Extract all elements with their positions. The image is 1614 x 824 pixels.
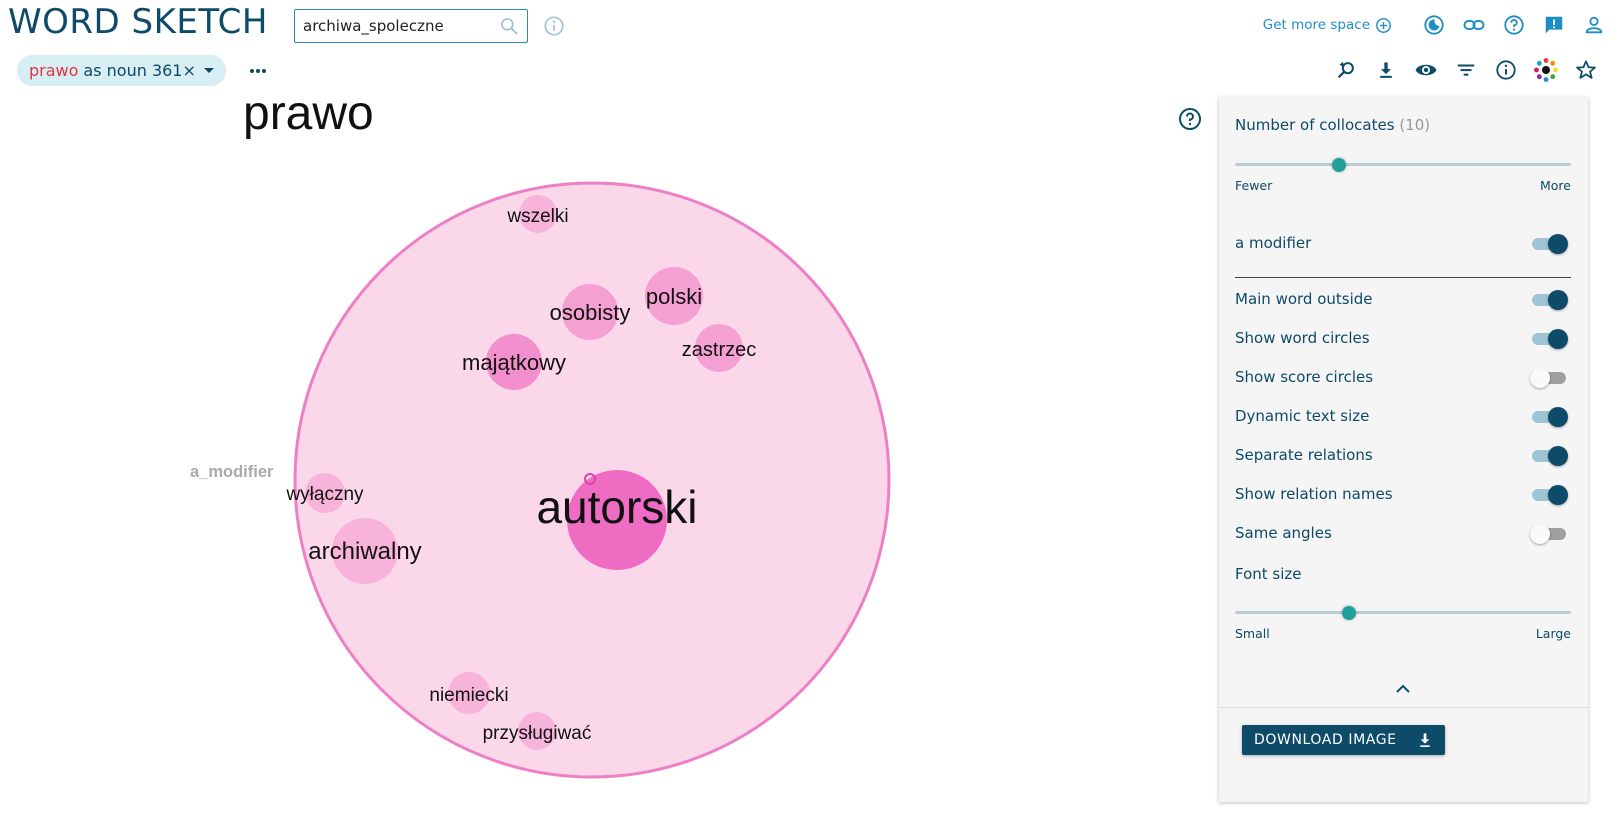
large-label: Large <box>1535 626 1571 641</box>
link-icon[interactable] <box>1454 5 1494 45</box>
collocate-word[interactable]: majątkowy <box>462 350 566 375</box>
filter-icon[interactable] <box>1446 50 1486 90</box>
chip-info: as noun 361× <box>83 61 196 80</box>
search-input[interactable] <box>295 10 497 42</box>
visibility-icon[interactable] <box>1406 50 1446 90</box>
collocate-word[interactable]: wyłączny <box>285 484 364 505</box>
option-toggle[interactable] <box>1530 329 1568 349</box>
user-icon[interactable] <box>1574 5 1614 45</box>
info-icon[interactable] <box>1486 50 1526 90</box>
collocate-word[interactable]: niemiecki <box>429 685 508 706</box>
search-back-icon[interactable] <box>1326 50 1366 90</box>
option-toggle[interactable] <box>1530 368 1568 388</box>
num-collocates-slider[interactable] <box>1235 155 1571 175</box>
star-icon[interactable] <box>1566 50 1606 90</box>
collocate-word[interactable]: wszelki <box>506 206 568 227</box>
app-title: WORD SKETCH <box>8 2 268 42</box>
collocate-word[interactable]: osobisty <box>550 300 631 325</box>
view-toolbar <box>1326 50 1606 90</box>
divider <box>1235 277 1571 278</box>
headword-chip[interactable]: prawo as noun 361× <box>17 55 226 86</box>
center-word[interactable]: autorski <box>536 481 697 533</box>
chevron-up-icon[interactable] <box>1391 681 1415 697</box>
font-size-slider[interactable] <box>1235 603 1571 623</box>
option-label: Dynamic text size <box>1235 407 1370 425</box>
collocate-word[interactable]: polski <box>646 284 702 309</box>
download-icon[interactable] <box>1366 50 1406 90</box>
option-label: Main word outside <box>1235 290 1373 308</box>
settings-panel: Number of collocates (10) Fewer More a m… <box>1219 97 1588 802</box>
fewer-label: Fewer <box>1235 178 1273 193</box>
option-label: Show word circles <box>1235 329 1370 347</box>
font-size-label: Font size <box>1235 565 1302 583</box>
option-label: Same angles <box>1235 524 1332 542</box>
info-icon[interactable] <box>543 15 565 37</box>
get-more-space-link[interactable]: Get more space <box>1263 17 1392 34</box>
option-toggle[interactable] <box>1530 407 1568 427</box>
chip-lemma: prawo <box>29 61 79 80</box>
top-toolbar: Get more space <box>1263 0 1614 50</box>
get-more-space-label: Get more space <box>1262 17 1370 33</box>
more-label: More <box>1540 178 1571 193</box>
relation-toggle[interactable] <box>1530 234 1568 254</box>
download-image-button[interactable]: DOWNLOAD IMAGE <box>1242 725 1445 755</box>
search-icon[interactable] <box>497 12 521 40</box>
search-box[interactable] <box>294 9 528 43</box>
option-label: Show relation names <box>1235 485 1393 503</box>
help-icon[interactable] <box>1178 107 1202 131</box>
collocate-word[interactable]: przysługiwać <box>483 723 592 744</box>
feedback-icon[interactable] <box>1534 5 1574 45</box>
download-icon <box>1420 733 1430 747</box>
relation-toggle-label: a modifier <box>1235 234 1312 252</box>
word-sketch-visualization: prawo a_modifier wszelki osobisty polski… <box>0 87 1190 824</box>
option-toggle[interactable] <box>1530 290 1568 310</box>
num-collocates-value: (10) <box>1399 116 1431 134</box>
slider-thumb[interactable] <box>1332 158 1347 172</box>
option-toggle[interactable] <box>1530 485 1568 505</box>
help-icon[interactable] <box>1494 5 1534 45</box>
dark-mode-icon[interactable] <box>1414 5 1454 45</box>
num-collocates-label: Number of collocates (10) <box>1235 116 1431 134</box>
plus-circle-icon <box>1376 17 1391 33</box>
slider-thumb[interactable] <box>1342 606 1357 620</box>
download-image-label: DOWNLOAD IMAGE <box>1254 732 1397 748</box>
option-label: Separate relations <box>1235 446 1373 464</box>
collocate-word[interactable]: archiwalny <box>308 538 421 565</box>
option-label: Show score circles <box>1235 368 1374 386</box>
color-palette-icon[interactable] <box>1526 50 1566 90</box>
option-toggle[interactable] <box>1530 524 1568 544</box>
option-toggle[interactable] <box>1530 446 1568 466</box>
small-label: Small <box>1235 626 1270 641</box>
headword-title: prawo <box>243 90 374 140</box>
relation-name-label: a_modifier <box>190 463 274 481</box>
collocate-word[interactable]: zastrzec <box>682 339 756 361</box>
divider <box>1219 707 1588 708</box>
more-horiz-icon[interactable] <box>245 58 271 84</box>
chevron-down-icon <box>203 68 214 73</box>
